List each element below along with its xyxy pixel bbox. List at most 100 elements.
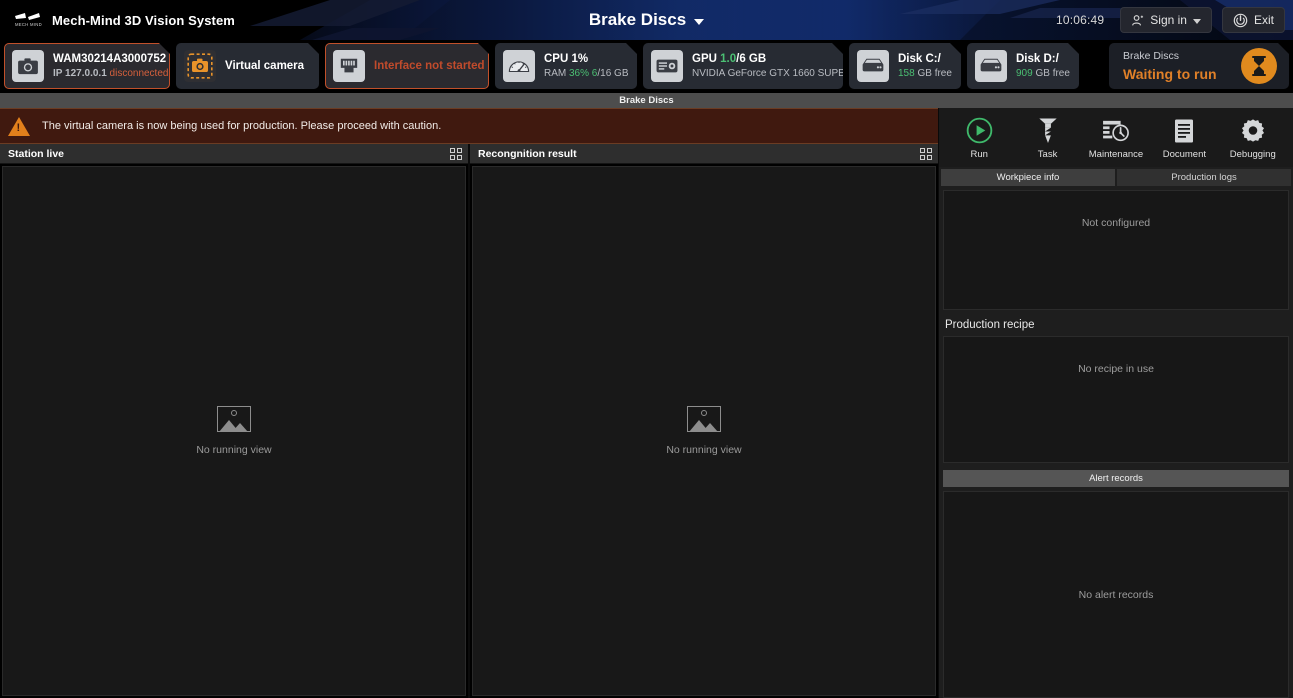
disk-glyph — [979, 57, 1003, 75]
camera-ip: IP 127.0.0.1 — [53, 68, 107, 80]
gpu-tile-text: GPU 1.0/6 GB NVIDIA GeForce GTX 1660 SUP… — [692, 53, 869, 80]
status-tile-virtual-camera[interactable]: Virtual camera — [176, 43, 319, 89]
project-tab-strip: Brake Discs — [0, 93, 1293, 108]
gpu-label: GPU — [692, 52, 721, 65]
logo-glyph: MECH MIND — [15, 13, 42, 27]
camera-ip-status: IP 127.0.0.1 disconnected — [53, 68, 168, 79]
user-icon — [1132, 14, 1144, 26]
header-brand: MECH MIND Mech-Mind 3D Vision System — [0, 0, 235, 40]
production-recipe-heading: Production recipe — [945, 319, 1035, 331]
sign-in-button[interactable]: Sign in — [1120, 7, 1212, 33]
project-title-dropdown[interactable]: Brake Discs — [588, 10, 705, 30]
grid-layout-icon[interactable] — [450, 147, 462, 160]
sidebar-item-maintenance[interactable]: Maintenance — [1083, 117, 1149, 160]
power-icon — [1233, 13, 1248, 27]
gauge-icon — [503, 50, 535, 82]
pane-recognition-result-body[interactable]: No running view — [472, 166, 936, 696]
gpu-total: /6 GB — [736, 52, 767, 65]
clock-label: 10:06:49 — [1055, 13, 1105, 27]
main-body: The virtual camera is now being used for… — [0, 108, 1293, 698]
ethernet-icon — [333, 50, 365, 82]
workpiece-info-section: Not configured — [939, 186, 1293, 310]
sidebar-item-debugging-label: Debugging — [1229, 148, 1276, 160]
disk-icon — [857, 50, 889, 82]
ethernet-glyph — [338, 56, 360, 76]
gpu-used: 1.0 — [720, 52, 737, 65]
alert-records-section: No alert records — [939, 491, 1293, 698]
interface-status-label: Interface not started — [374, 60, 485, 72]
app-title: Mech-Mind 3D Vision System — [52, 12, 235, 28]
status-tile-disk-d[interactable]: Disk D:/ 909 GB free — [967, 43, 1079, 89]
sidebar-item-debugging[interactable]: Debugging — [1220, 117, 1286, 160]
recognition-result-empty-label: No running view — [666, 444, 742, 456]
gpu-memory: GPU 1.0/6 GB — [692, 53, 869, 66]
production-recipe-box[interactable]: No recipe in use — [943, 336, 1289, 463]
status-tile-gpu[interactable]: GPU 1.0/6 GB NVIDIA GeForce GTX 1660 SUP… — [643, 43, 843, 89]
status-tile-camera[interactable]: WAM30214A3000752 IP 127.0.0.1 disconnect… — [4, 43, 170, 89]
camera-serial: WAM30214A3000752 — [53, 52, 167, 65]
camera-icon — [12, 50, 44, 82]
gear-glyph — [1241, 118, 1264, 142]
disk-d-text: Disk D:/ 909 GB free — [1016, 53, 1070, 80]
virtual-camera-icon — [184, 50, 216, 82]
play-circle-icon — [966, 117, 993, 145]
document-icon — [1173, 117, 1195, 145]
pane-station-live: Station live No running view — [0, 144, 470, 698]
camera-glyph — [17, 57, 39, 75]
gear-icon — [1240, 117, 1266, 145]
status-tile-cpu[interactable]: CPU 1% RAM 36% 6/16 GB — [495, 43, 637, 89]
disk-d-free: 909 GB free — [1016, 68, 1070, 79]
disk-c-text: Disk C:/ 158 GB free — [898, 53, 952, 80]
sidebar-item-run[interactable]: Run — [946, 117, 1012, 160]
disk-d-label: Disk D:/ — [1016, 52, 1059, 65]
alert-records-header-label: Alert records — [1089, 473, 1143, 484]
status-tile-row: WAM30214A3000752 IP 127.0.0.1 disconnect… — [0, 40, 1293, 93]
gpu-icon — [651, 50, 683, 82]
project-tab-brake-discs[interactable]: Brake Discs — [619, 95, 673, 106]
grid-layout-icon[interactable] — [920, 147, 932, 160]
header-actions: 10:06:49 Sign in Exit — [1056, 0, 1285, 40]
tab-workpiece-info[interactable]: Workpiece info — [941, 169, 1115, 186]
sign-in-label: Sign in — [1150, 13, 1187, 27]
station-live-empty-label: No running view — [196, 444, 272, 456]
sidebar-item-task-label: Task — [1037, 148, 1058, 160]
tilerow-spacer — [1085, 43, 1103, 89]
hourglass-icon — [1241, 48, 1277, 84]
pane-recognition-result: Recongnition result No running view — [470, 144, 938, 698]
alert-records-empty-label: No alert records — [1078, 588, 1154, 601]
view-panes: Station live No running view Recongnitio… — [0, 144, 938, 698]
sidebar-item-task[interactable]: Task — [1015, 117, 1081, 160]
ram-percent: 36% — [569, 68, 590, 80]
alert-records-box[interactable]: No alert records — [943, 491, 1289, 698]
gpu-glyph — [655, 56, 679, 76]
warning-message: The virtual camera is now being used for… — [42, 120, 442, 132]
virtual-camera-label: Virtual camera — [225, 60, 305, 72]
sidebar-tabs: Workpiece info Production logs — [939, 167, 1293, 186]
run-state-label: Waiting to run — [1123, 66, 1217, 82]
tab-production-logs[interactable]: Production logs — [1117, 169, 1291, 186]
pane-station-live-body[interactable]: No running view — [2, 166, 466, 696]
exit-button[interactable]: Exit — [1221, 7, 1285, 33]
image-placeholder-icon — [686, 406, 721, 432]
ram-label: RAM — [544, 68, 569, 80]
project-title-text: Brake Discs — [588, 10, 687, 29]
pane-recognition-result-title: Recongnition result — [478, 147, 577, 160]
play-circle-glyph — [966, 117, 992, 144]
status-tile-interface[interactable]: Interface not started — [325, 43, 489, 89]
sidebar-item-maintenance-label: Maintenance — [1088, 148, 1144, 160]
screw-icon — [1036, 117, 1060, 145]
workpiece-info-box[interactable]: Not configured — [943, 190, 1289, 310]
alert-records-header[interactable]: Alert records — [943, 470, 1289, 487]
warning-banner: The virtual camera is now being used for… — [0, 108, 938, 144]
svg-text:MECH MIND: MECH MIND — [15, 22, 42, 27]
sidebar-item-run-label: Run — [970, 148, 988, 160]
status-tile-disk-c[interactable]: Disk C:/ 158 GB free — [849, 43, 961, 89]
cpu-usage: CPU 1% — [544, 52, 589, 65]
hourglass-glyph — [1249, 55, 1269, 77]
run-state-panel[interactable]: Brake Discs Waiting to run — [1109, 43, 1289, 89]
screw-glyph — [1038, 118, 1057, 144]
sidebar-item-document[interactable]: Document — [1151, 117, 1217, 160]
app-header: MECH MIND Mech-Mind 3D Vision System Bra… — [0, 0, 1293, 40]
disk-d-free-value: 909 — [1016, 68, 1033, 80]
gpu-model: NVIDIA GeForce GTX 1660 SUPER 7% — [692, 68, 870, 80]
